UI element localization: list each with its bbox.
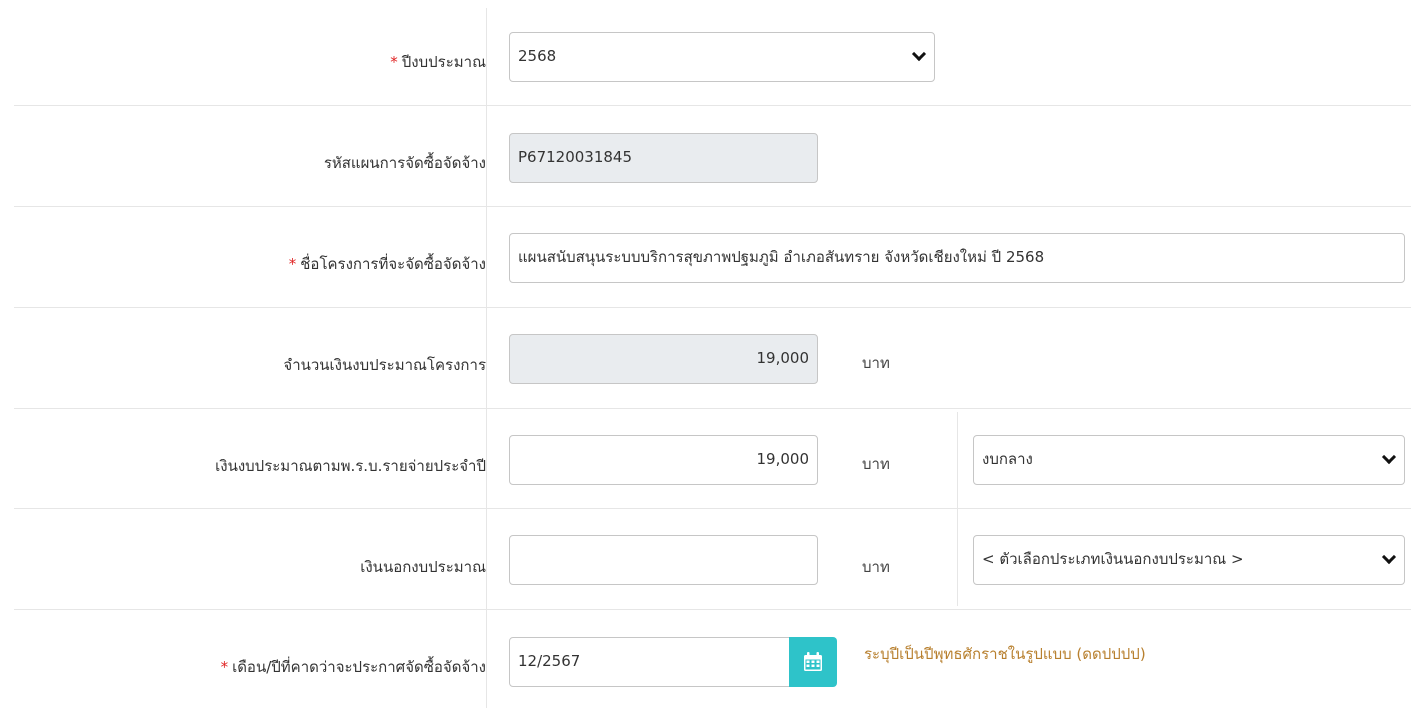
project-name-input[interactable]: แผนสนับสนุนระบบบริการสุขภาพปฐมภูมิ อำเภอ… [509, 233, 1405, 283]
project-name-label: * ชื่อโครงการที่จะจัดซื้อจัดจ้าง [289, 252, 486, 276]
fiscal-year-selected-value: 2568 [518, 47, 557, 65]
budget-type-selected-value: งบกลาง [982, 450, 1033, 468]
project-name-label-text: ชื่อโครงการที่จะจัดซื้อจัดจ้าง [300, 255, 486, 273]
announce-month-label: * เดือน/ปีที่คาดว่าจะประกาศจัดซื้อจัดจ้าง [221, 655, 486, 679]
project-budget-field[interactable]: 19,000 [509, 334, 818, 384]
annual-budget-input[interactable]: 19,000 [509, 435, 818, 485]
calendar-button[interactable] [789, 637, 837, 687]
required-marker: * [288, 255, 297, 273]
annual-budget-value: 19,000 [756, 450, 810, 468]
label-cell: * ปีงบประมาณ [14, 8, 486, 105]
project-budget-value: 19,000 [756, 349, 810, 367]
label-cell: * เดือน/ปีที่คาดว่าจะประกาศจัดซื้อจัดจ้าง [14, 610, 486, 710]
annual-budget-label: เงินงบประมาณตามพ.ร.บ.รายจ่ายประจำปี [215, 457, 486, 475]
off-budget-input[interactable] [509, 535, 818, 585]
chevron-down-icon [911, 46, 927, 62]
label-cell: * ชื่อโครงการที่จะจัดซื้อจัดจ้าง [14, 207, 486, 307]
label-cell: เงินนอกงบประมาณ [14, 509, 486, 609]
chevron-down-icon [1381, 449, 1397, 465]
required-marker: * [390, 53, 398, 71]
plan-code-field[interactable]: P67120031845 [509, 133, 818, 183]
announce-month-hint: ระบุปีเป็นปีพุทธศักราชในรูปแบบ (ดดปปปป) [864, 645, 1146, 663]
off-budget-unit: บาท [862, 558, 890, 576]
fiscal-year-label: * ปีงบประมาณ [390, 50, 486, 74]
fiscal-year-label-text: ปีงบประมาณ [401, 53, 486, 71]
required-marker: * [220, 658, 229, 676]
budget-type-select[interactable]: งบกลาง [973, 435, 1405, 485]
procurement-plan-form: * ปีงบประมาณ 2568 รหัสแผนการจัดซื้อจัดจ้า… [0, 0, 1411, 710]
off-budget-label: เงินนอกงบประมาณ [360, 558, 486, 576]
chevron-down-icon [1381, 549, 1397, 565]
annual-budget-unit: บาท [862, 455, 890, 473]
project-name-value: แผนสนับสนุนระบบบริการสุขภาพปฐมภูมิ อำเภอ… [518, 248, 1045, 266]
announce-month-value: 12/2567 [518, 652, 581, 670]
plan-code-value: P67120031845 [518, 148, 633, 166]
project-budget-label: จำนวนเงินงบประมาณโครงการ [283, 356, 486, 374]
label-cell: จำนวนเงินงบประมาณโครงการ [14, 308, 486, 408]
calendar-icon [804, 652, 822, 671]
announce-month-label-text: เดือน/ปีที่คาดว่าจะประกาศจัดซื้อจัดจ้าง [232, 658, 486, 676]
label-cell: รหัสแผนการจัดซื้อจัดจ้าง [14, 106, 486, 206]
off-budget-type-selected-value: < ตัวเลือกประเภทเงินนอกงบประมาณ > [982, 550, 1244, 568]
announce-month-input[interactable]: 12/2567 [509, 637, 791, 687]
label-cell: เงินงบประมาณตามพ.ร.บ.รายจ่ายประจำปี [14, 409, 486, 508]
project-budget-unit: บาท [862, 354, 890, 372]
plan-code-label: รหัสแผนการจัดซื้อจัดจ้าง [323, 154, 486, 172]
off-budget-type-select[interactable]: < ตัวเลือกประเภทเงินนอกงบประมาณ > [973, 535, 1405, 585]
fiscal-year-select[interactable]: 2568 [509, 32, 935, 82]
